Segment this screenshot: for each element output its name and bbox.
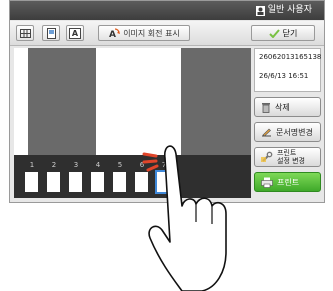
rotate-icon: A bbox=[109, 28, 121, 39]
thumbnail-page bbox=[113, 172, 126, 192]
user-icon bbox=[255, 5, 265, 16]
delete-label: 삭제 bbox=[275, 102, 290, 112]
toolbar: A A 이미지 회전 표시 닫기 bbox=[10, 21, 324, 46]
rotate-label: 이미지 회전 표시 bbox=[123, 28, 180, 38]
tapping-hand-illustration bbox=[142, 145, 227, 291]
thumbnail[interactable]: 3 bbox=[66, 161, 86, 195]
thumbnail[interactable]: 4 bbox=[88, 161, 108, 195]
close-label: 닫기 bbox=[282, 28, 298, 38]
svg-text:A: A bbox=[109, 30, 116, 39]
document-info: 26062013165138 26/6/13 16:51 bbox=[254, 48, 321, 92]
close-button[interactable]: 닫기 bbox=[251, 25, 315, 41]
thumbnail-number: 4 bbox=[95, 161, 101, 169]
wrench-icon bbox=[261, 151, 273, 162]
grid-icon bbox=[19, 28, 31, 38]
thumbnail-page bbox=[91, 172, 104, 192]
top-bar: 일반 사용자 bbox=[10, 1, 324, 20]
user-indicator: 일반 사용자 bbox=[255, 4, 312, 17]
thumbnail-page bbox=[69, 172, 82, 192]
page-icon bbox=[46, 27, 56, 39]
printer-icon bbox=[261, 177, 273, 188]
text-view-button[interactable]: A bbox=[66, 25, 84, 41]
thumbnail[interactable]: 1 bbox=[22, 161, 42, 195]
trash-icon bbox=[262, 102, 270, 113]
thumbnail-number: 2 bbox=[51, 161, 57, 169]
checkmark-icon bbox=[268, 28, 280, 38]
document-id: 26062013165138 bbox=[259, 53, 322, 61]
thumbnail-number: 3 bbox=[73, 161, 79, 169]
print-settings-button[interactable]: 프린트 설정 변경 bbox=[254, 147, 321, 167]
print-button[interactable]: 프린트 bbox=[254, 172, 321, 192]
single-page-view-button[interactable] bbox=[42, 25, 60, 41]
delete-button[interactable]: 삭제 bbox=[254, 97, 321, 117]
print-settings-line2: 설정 변경 bbox=[277, 157, 305, 165]
rotate-image-button[interactable]: A 이미지 회전 표시 bbox=[98, 25, 190, 41]
pencil-icon bbox=[262, 128, 271, 137]
thumbnail-number: 1 bbox=[29, 161, 35, 169]
thumbnail-page bbox=[47, 172, 60, 192]
thumbnail-number: 5 bbox=[117, 161, 123, 169]
print-label: 프린트 bbox=[277, 177, 300, 187]
grid-view-button[interactable] bbox=[16, 25, 34, 41]
document-datetime: 26/6/13 16:51 bbox=[259, 72, 309, 80]
thumbnail-page bbox=[25, 172, 38, 192]
rename-label: 문서명변경 bbox=[276, 127, 313, 137]
thumbnail[interactable]: 2 bbox=[44, 161, 64, 195]
text-view-letter: A bbox=[68, 27, 82, 39]
rename-document-button[interactable]: 문서명변경 bbox=[254, 122, 321, 142]
print-settings-line1: 프린트 bbox=[277, 149, 297, 157]
thumbnail[interactable]: 5 bbox=[110, 161, 130, 195]
user-label: 일반 사용자 bbox=[267, 5, 312, 15]
